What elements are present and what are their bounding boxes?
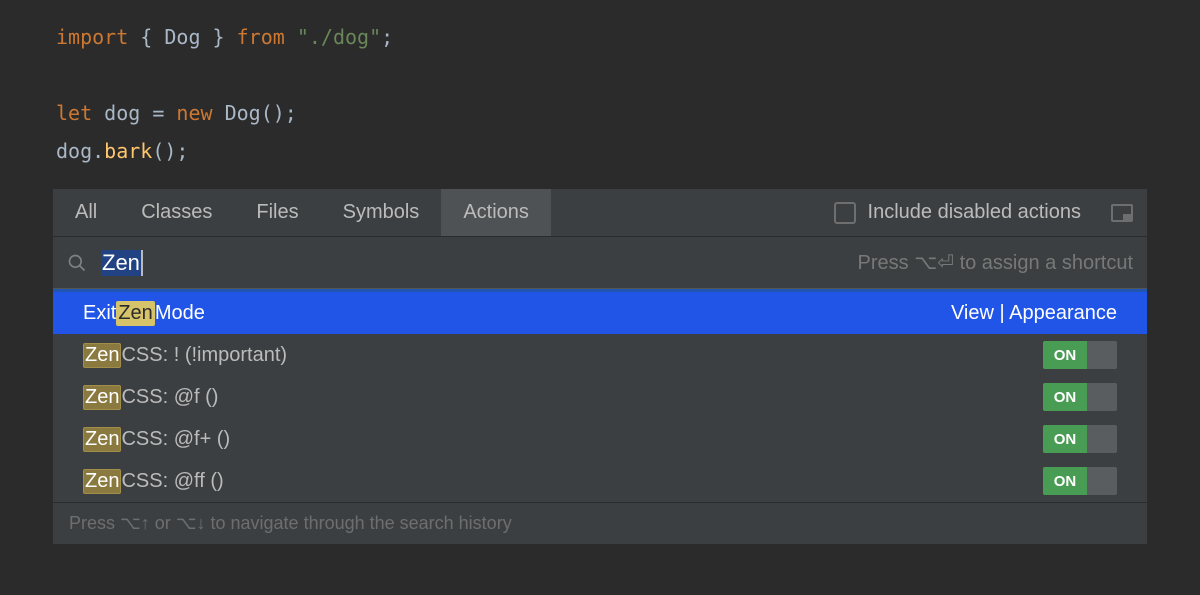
result-label: Zen CSS: @ff (): [83, 469, 1043, 494]
detach-window-icon[interactable]: [1111, 204, 1133, 222]
result-row-4[interactable]: Zen CSS: @ff ()ON: [53, 460, 1147, 502]
tab-actions[interactable]: Actions: [441, 189, 551, 236]
toggle-switch[interactable]: ON: [1043, 341, 1117, 369]
result-label: Zen CSS: ! (!important): [83, 343, 1043, 368]
search-everywhere-panel: All Classes Files Symbols Actions Includ…: [52, 188, 1148, 545]
search-results: Exit Zen ModeView | AppearanceZen CSS: !…: [53, 289, 1147, 502]
match-highlight: Zen: [116, 301, 154, 326]
toggle-switch[interactable]: ON: [1043, 467, 1117, 495]
search-input[interactable]: Zen: [101, 250, 858, 276]
match-highlight: Zen: [83, 385, 121, 410]
toggle-switch[interactable]: ON: [1043, 425, 1117, 453]
result-row-1[interactable]: Zen CSS: ! (!important)ON: [53, 334, 1147, 376]
tab-symbols[interactable]: Symbols: [321, 189, 442, 236]
search-input-row: Zen Press ⌥⏎ to assign a shortcut: [53, 237, 1147, 289]
tab-files[interactable]: Files: [234, 189, 320, 236]
text-cursor: [141, 250, 143, 276]
include-disabled-checkbox[interactable]: Include disabled actions: [834, 201, 1147, 224]
code-editor[interactable]: import { Dog } from "./dog"; let dog = n…: [0, 0, 1200, 188]
code-line-1: import { Dog } from "./dog";: [56, 18, 1144, 56]
match-highlight: Zen: [83, 427, 121, 452]
code-line-3: let dog = new Dog();: [56, 94, 1144, 132]
tab-all[interactable]: All: [53, 189, 119, 236]
tab-classes[interactable]: Classes: [119, 189, 234, 236]
result-row-3[interactable]: Zen CSS: @f+ ()ON: [53, 418, 1147, 460]
result-row-2[interactable]: Zen CSS: @f ()ON: [53, 376, 1147, 418]
result-label: Zen CSS: @f+ (): [83, 427, 1043, 452]
footer-hint: Press ⌥↑ or ⌥↓ to navigate through the s…: [53, 502, 1147, 544]
checkbox-icon: [834, 202, 856, 224]
search-shortcut-hint: Press ⌥⏎ to assign a shortcut: [858, 250, 1133, 275]
code-line-2: [56, 56, 1144, 94]
match-highlight: Zen: [83, 469, 121, 494]
match-highlight: Zen: [83, 343, 121, 368]
search-tabs: All Classes Files Symbols Actions Includ…: [53, 189, 1147, 237]
search-icon: [67, 253, 87, 273]
result-row-0[interactable]: Exit Zen ModeView | Appearance: [53, 292, 1147, 334]
code-line-4: dog.bark();: [56, 132, 1144, 170]
result-label: Exit Zen Mode: [83, 301, 951, 326]
toggle-switch[interactable]: ON: [1043, 383, 1117, 411]
result-meta: View | Appearance: [951, 302, 1117, 325]
result-label: Zen CSS: @f (): [83, 385, 1043, 410]
